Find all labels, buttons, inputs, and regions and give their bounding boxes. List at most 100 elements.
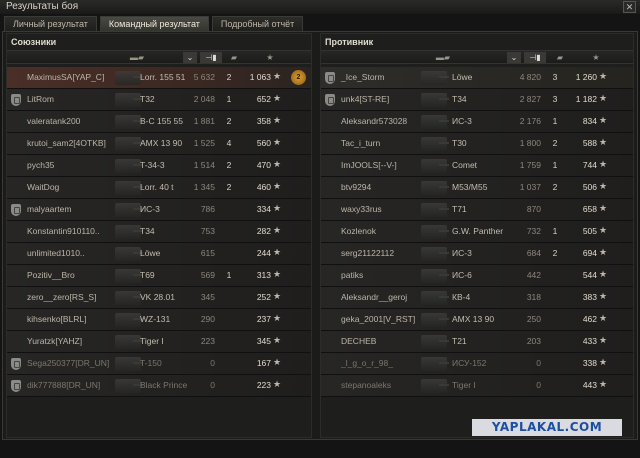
player-name[interactable]: LitRom [27,94,54,104]
player-name[interactable]: Tac_i_turn [341,138,380,148]
player-name[interactable]: zero__zero[RS_S] [27,292,96,302]
frags-column-icon[interactable]: ▰ [549,52,571,63]
player-name[interactable]: malyaartem [27,204,71,214]
watermark-logo: YAPLAKAL.COM [472,419,622,436]
player-name[interactable]: kihsenko[BLRL] [27,314,87,324]
player-name[interactable]: stepanoaleks [341,380,391,390]
xp-star-icon: ★ [599,93,608,103]
tank-column-icon[interactable]: ▬▰ [117,52,157,63]
close-icon[interactable]: ✕ [623,1,636,13]
player-name[interactable]: Konstantin910110.. [27,226,100,236]
sort-chevron-icon[interactable]: ⌄ [507,52,521,63]
player-row[interactable]: Aleksandr573028 ИС-3 2 176 1 834 ★ [321,111,633,133]
player-row[interactable]: malyaartem ИС-3 786 334 ★ [7,199,311,221]
damage-value: 870 [526,204,541,214]
xp-value: 462 [582,314,597,324]
player-name[interactable]: serg21122112 [341,248,394,258]
player-name[interactable]: krutoi_sam2[4OTKB] [27,138,106,148]
player-name[interactable]: MaximusSA[YAP_C] [27,72,104,82]
player-row[interactable]: ImJOOLS[--V-] Comet 1 759 1 744 ★ [321,155,633,177]
player-row[interactable]: _l_g_o_r_98_ ИСУ-152 0 338 ★ [321,353,633,375]
player-row[interactable]: serg21122112 ИС-3 684 2 694 ★ [321,243,633,265]
xp-column-icon[interactable]: ★ [259,52,281,63]
player-name[interactable]: unk4[ST-RE] [341,94,389,104]
player-row[interactable]: zero__zero[RS_S] VK 28.01 345 252 ★ [7,287,311,309]
player-name[interactable]: waxy33rus [341,204,382,214]
player-name[interactable]: ImJOOLS[--V-] [341,160,397,170]
player-row[interactable]: patiks ИС-6 442 544 ★ [321,265,633,287]
sort-chevron-icon[interactable]: ⌄ [183,52,197,63]
xp-star-icon: ★ [599,269,608,279]
tank-icon [421,93,449,107]
player-row[interactable]: DECHEB T21 203 433 ★ [321,331,633,353]
player-name[interactable]: unlimited1010.. [27,248,85,258]
player-row[interactable]: Pozitiv__Bro T69 569 1 313 ★ [7,265,311,287]
player-name[interactable]: WaitDog [27,182,59,192]
player-row[interactable]: WaitDog Lorr. 40 t 1 345 2 460 ★ [7,177,311,199]
frags-value: 2 [226,182,232,192]
player-row[interactable]: _Ice_Storm Löwe 4 820 3 1 260 ★ [321,67,633,89]
player-row[interactable]: Yuratzk[YAHZ] Tiger I 223 345 ★ [7,331,311,353]
player-row[interactable]: waxy33rus T71 870 658 ★ [321,199,633,221]
tank-name: Comet [452,160,478,170]
xp-star-icon: ★ [273,357,282,367]
tank-name: T69 [140,270,155,280]
player-name[interactable]: Aleksandr__geroj [341,292,407,302]
player-name[interactable]: Aleksandr573028 [341,116,407,126]
damage-value: 732 [526,226,541,236]
player-name[interactable]: _l_g_o_r_98_ [341,358,393,368]
player-row[interactable]: Aleksandr__geroj КВ-4 318 383 ★ [321,287,633,309]
player-name[interactable]: pych35 [27,160,54,170]
player-row[interactable]: Kozlenok G.W. Panther 732 1 505 ★ [321,221,633,243]
xp-value: 1 063 [249,72,271,82]
player-row[interactable]: unk4[ST-RE] T34 2 827 3 1 182 ★ [321,89,633,111]
frags-column-icon[interactable]: ▰ [223,52,245,63]
player-row[interactable]: pych35 T-34-3 1 514 2 470 ★ [7,155,311,177]
player-row[interactable]: MaximusSA[YAP_C] Lorr. 155 51 5 632 2 1 063 ★… [7,67,311,89]
tab-personal-result[interactable]: Личный результат [4,16,97,31]
tab-detailed-report[interactable]: Подробный отчёт [211,16,304,31]
player-name[interactable]: Pozitiv__Bro [27,270,75,280]
platoon-badge-icon [11,204,21,216]
player-row[interactable]: valeratank200 B-C 155 55 1 881 2 358 ★ [7,111,311,133]
tab-team-result[interactable]: Командный результат [99,16,209,31]
player-name[interactable]: Yuratzk[YAHZ] [27,336,82,346]
player-name[interactable]: Kozlenok [341,226,376,236]
medal-icon[interactable]: 2 [291,70,306,85]
tank-column-icon[interactable]: ▬▰ [423,52,463,63]
window-title: Результаты боя [6,1,79,12]
player-row[interactable]: btv9294 M53/M55 1 037 2 506 ★ [321,177,633,199]
frags-value: 1 [226,270,232,280]
damage-column-icon[interactable]: ⊣▮ [524,52,546,63]
xp-value: 383 [582,292,597,302]
player-name[interactable]: patiks [341,270,363,280]
player-name[interactable]: geka_2001[V_RST] [341,314,415,324]
xp-star-icon: ★ [599,71,608,81]
player-row[interactable]: LitRom T32 2 048 1 652 ★ [7,89,311,111]
frags-value: 1 [226,94,232,104]
player-row[interactable]: geka_2001[V_RST] AMX 13 90 250 462 ★ [321,309,633,331]
player-name[interactable]: Sega250377[DR_UN] [27,358,109,368]
player-row[interactable]: kihsenko[BLRL] WZ-131 290 237 ★ [7,309,311,331]
tank-icon [115,357,143,371]
xp-star-icon: ★ [599,335,608,345]
xp-value: 237 [256,314,271,324]
player-name[interactable]: DECHEB [341,336,376,346]
player-row[interactable]: krutoi_sam2[4OTKB] AMX 13 90 1 525 4 560 ★ [7,133,311,155]
player-row[interactable]: stepanoaleks Tiger I 0 443 ★ [321,375,633,397]
xp-star-icon: ★ [599,137,608,147]
player-row[interactable]: dik777888[DR_UN] Black Prince 0 223 ★ [7,375,311,397]
player-row[interactable]: Tac_i_turn T30 1 800 2 588 ★ [321,133,633,155]
damage-column-icon[interactable]: ⊣▮ [200,52,222,63]
player-name[interactable]: dik777888[DR_UN] [27,380,100,390]
player-row[interactable]: unlimited1010.. Löwe 615 244 ★ [7,243,311,265]
player-name[interactable]: _Ice_Storm [341,72,384,82]
player-name[interactable]: btv9294 [341,182,371,192]
player-row[interactable]: Konstantin910110.. T34 753 282 ★ [7,221,311,243]
player-row[interactable]: Sega250377[DR_UN] T-150 0 167 ★ [7,353,311,375]
xp-value: 560 [256,138,271,148]
xp-star-icon: ★ [273,93,282,103]
tank-name: WZ-131 [140,314,171,324]
xp-column-icon[interactable]: ★ [585,52,607,63]
player-name[interactable]: valeratank200 [27,116,80,126]
